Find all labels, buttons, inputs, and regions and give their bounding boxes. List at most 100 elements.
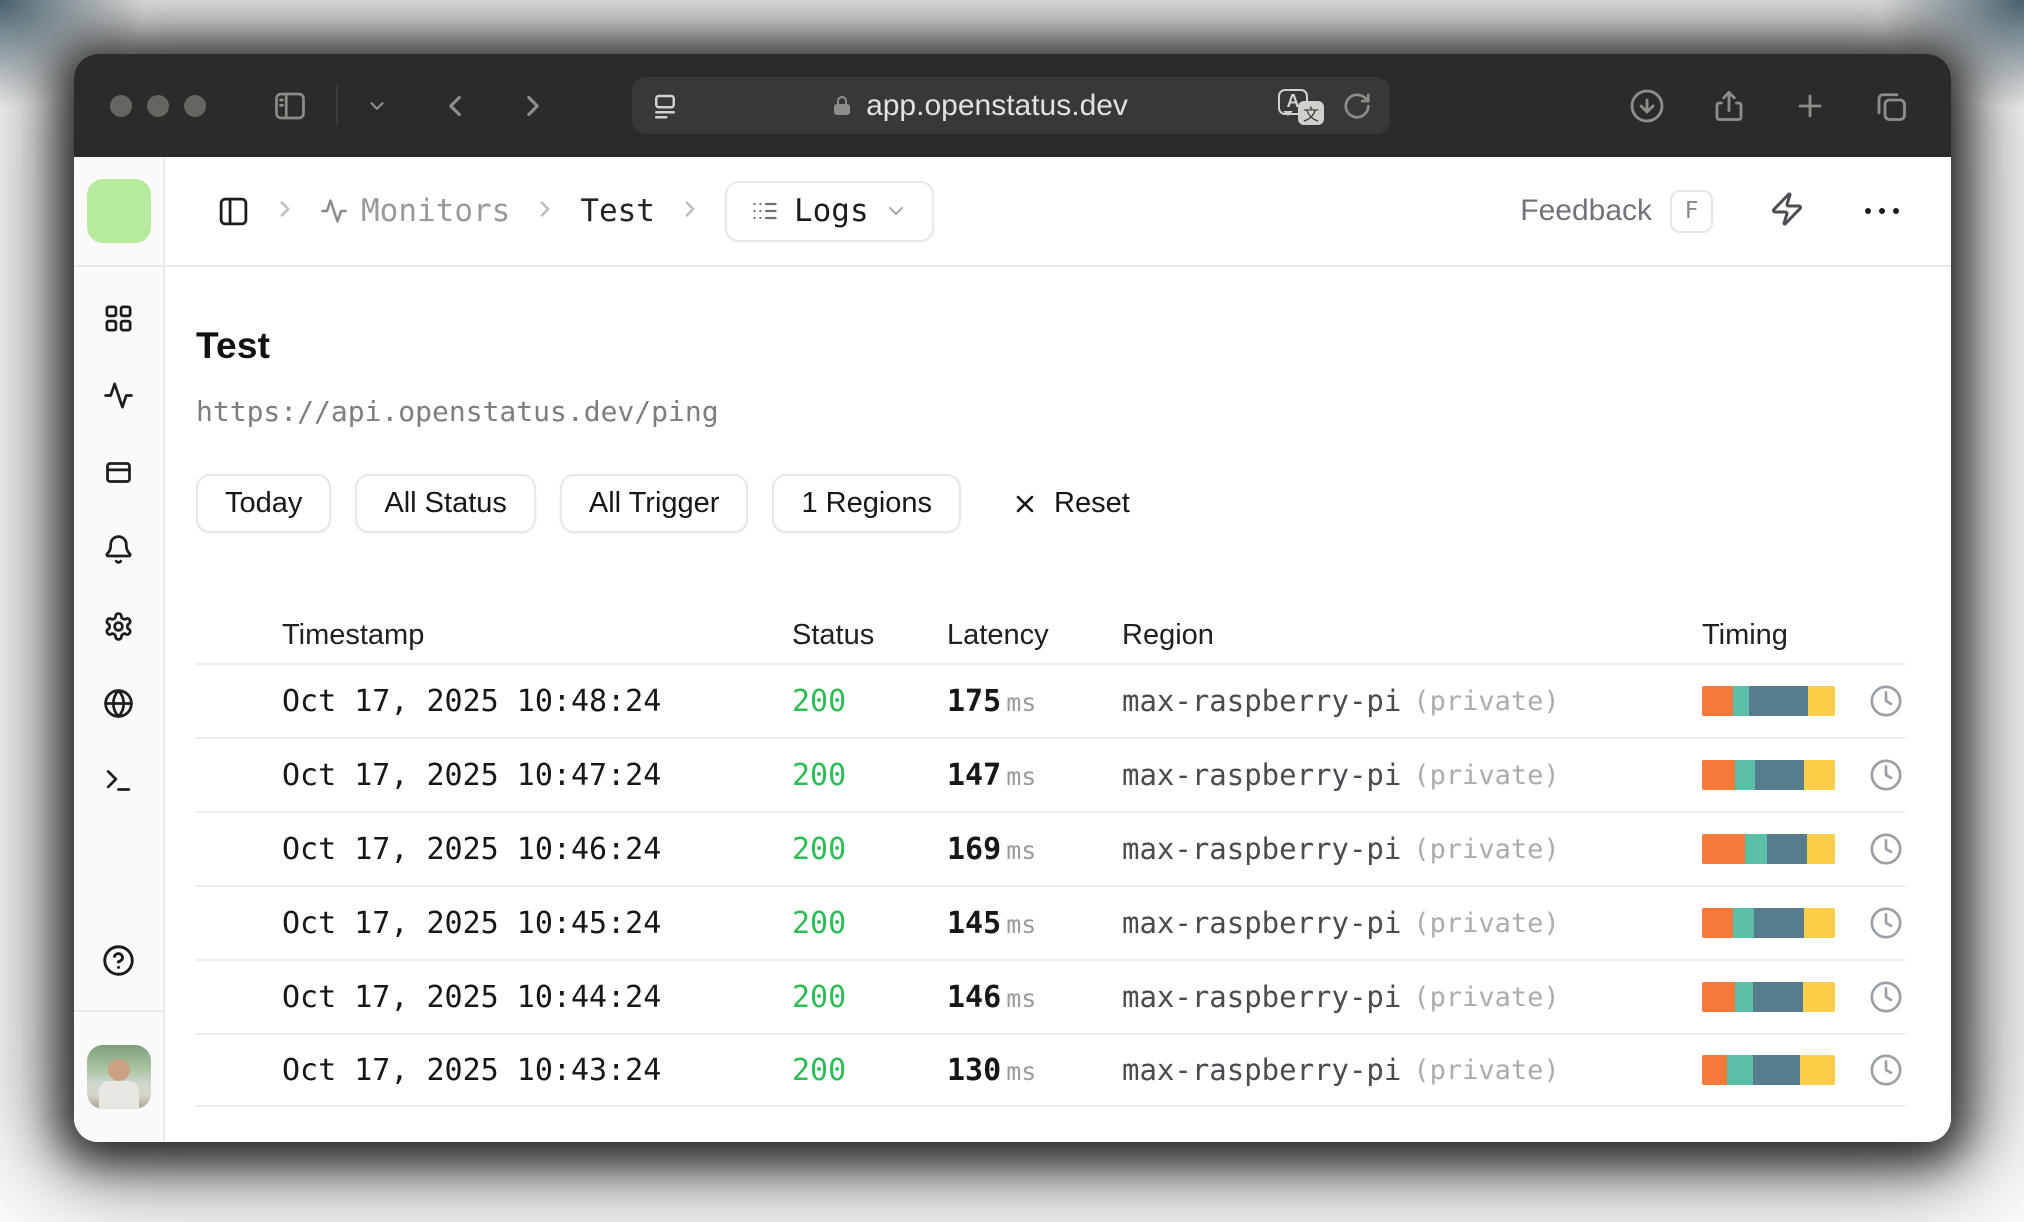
- cell-latency-unit: ms: [1006, 687, 1037, 717]
- table-row[interactable]: Oct 17, 2025 10:48:24 200 175 ms max-ras…: [196, 663, 1905, 737]
- timing-segment: [1752, 1055, 1801, 1085]
- clock-icon[interactable]: [1869, 906, 1903, 940]
- logs-icon: [753, 202, 777, 220]
- quick-actions-icon[interactable]: [1769, 191, 1805, 232]
- new-tab-icon[interactable]: [1793, 89, 1827, 123]
- chevron-right-icon: [677, 196, 703, 227]
- timing-bar: [1702, 982, 1835, 1012]
- timing-segment: [1732, 908, 1754, 938]
- col-timestamp: Timestamp: [282, 618, 425, 651]
- reload-icon[interactable]: [1342, 91, 1372, 121]
- reset-filters-button[interactable]: Reset: [1011, 487, 1130, 520]
- share-icon[interactable]: [1711, 88, 1747, 124]
- filter-date-button[interactable]: Today: [196, 474, 332, 533]
- more-options-button[interactable]: [1865, 208, 1899, 214]
- cli-icon[interactable]: [103, 765, 134, 801]
- help-icon[interactable]: [102, 944, 135, 982]
- timing-segment: [1804, 908, 1835, 938]
- notifications-icon[interactable]: [103, 534, 134, 570]
- zoom-window-button[interactable]: [184, 94, 206, 117]
- view-selector-button[interactable]: Logs: [724, 180, 934, 242]
- cell-latency-unit: ms: [1006, 761, 1037, 791]
- timing-bar: [1702, 686, 1835, 716]
- panel-toggle-icon[interactable]: [217, 195, 250, 228]
- timing-segment: [1744, 834, 1768, 864]
- clock-icon[interactable]: [1869, 980, 1903, 1014]
- monitors-icon[interactable]: [103, 380, 134, 416]
- cell-status: 200: [792, 905, 847, 941]
- breadcrumb: Monitors Test Logs: [217, 180, 934, 242]
- logs-table: Timestamp Status Latency Region Timing O…: [196, 607, 1905, 1107]
- chevron-down-icon: [888, 206, 903, 216]
- cell-status: 200: [792, 757, 847, 793]
- cell-latency-value: 130: [947, 1052, 1002, 1088]
- timing-segment: [1735, 760, 1756, 790]
- cell-timestamp: Oct 17, 2025 10:48:24: [282, 683, 662, 719]
- breadcrumb-monitors[interactable]: Monitors: [320, 193, 510, 229]
- cell-status: 200: [792, 979, 847, 1015]
- cell-region-name: max-raspberry-pi: [1122, 684, 1402, 718]
- cell-region-visibility: (private): [1413, 1054, 1560, 1086]
- filter-regions-button[interactable]: 1 Regions: [772, 474, 962, 533]
- close-window-button[interactable]: [110, 94, 132, 117]
- cell-latency-value: 169: [947, 831, 1002, 867]
- cell-status: 200: [792, 1052, 847, 1088]
- settings-icon[interactable]: [103, 611, 134, 647]
- breadcrumb-monitor-name[interactable]: Test: [580, 193, 655, 229]
- cell-timestamp: Oct 17, 2025 10:47:24: [282, 757, 662, 793]
- traffic-lights: [110, 94, 206, 117]
- timing-segment: [1702, 982, 1736, 1012]
- table-row[interactable]: Oct 17, 2025 10:43:24 200 130 ms max-ras…: [196, 1033, 1905, 1107]
- table-header-row: Timestamp Status Latency Region Timing: [196, 607, 1905, 663]
- sidebar-chevron-down-icon[interactable]: [366, 95, 388, 117]
- url-text: app.openstatus.dev: [866, 88, 1128, 122]
- timing-segment: [1702, 834, 1745, 864]
- cell-region-visibility: (private): [1413, 907, 1560, 939]
- timing-segment: [1748, 686, 1809, 716]
- address-bar[interactable]: app.openstatus.dev A文: [632, 77, 1390, 134]
- page-settings-icon[interactable]: [650, 91, 680, 121]
- cell-latency-unit: ms: [1006, 1056, 1037, 1086]
- timing-segment: [1767, 834, 1808, 864]
- timing-segment: [1804, 760, 1835, 790]
- col-timing: Timing: [1702, 618, 1788, 651]
- filter-bar: Today All Status All Trigger 1 Regions R…: [196, 474, 1951, 533]
- table-row[interactable]: Oct 17, 2025 10:46:24 200 169 ms max-ras…: [196, 811, 1905, 885]
- clock-icon[interactable]: [1869, 832, 1903, 866]
- browser-titlebar: app.openstatus.dev A文: [74, 54, 1951, 157]
- translate-icon[interactable]: A文: [1278, 87, 1324, 125]
- user-avatar[interactable]: [86, 1045, 151, 1109]
- minimize-window-button[interactable]: [147, 94, 169, 117]
- timing-segment: [1702, 686, 1733, 716]
- timing-bar: [1702, 1055, 1835, 1085]
- dashboard-icon[interactable]: [103, 303, 134, 339]
- cell-region-name: max-raspberry-pi: [1122, 906, 1402, 940]
- globe-icon[interactable]: [103, 688, 134, 724]
- forward-button[interactable]: [516, 89, 550, 123]
- log-rows: Oct 17, 2025 10:48:24 200 175 ms max-ras…: [196, 663, 1905, 1107]
- clock-icon[interactable]: [1869, 684, 1903, 718]
- lock-icon: [830, 94, 854, 118]
- timing-segment: [1753, 908, 1805, 938]
- status-pages-icon[interactable]: [103, 457, 134, 493]
- back-button[interactable]: [438, 89, 472, 123]
- cell-status: 200: [792, 683, 847, 719]
- downloads-icon[interactable]: [1629, 88, 1665, 124]
- col-region: Region: [1122, 618, 1214, 651]
- table-row[interactable]: Oct 17, 2025 10:44:24 200 146 ms max-ras…: [196, 959, 1905, 1033]
- timing-segment: [1732, 686, 1749, 716]
- workspace-logo[interactable]: [86, 179, 151, 243]
- timing-segment: [1803, 982, 1835, 1012]
- tab-overview-icon[interactable]: [1873, 88, 1909, 124]
- browser-sidebar-toggle-icon[interactable]: [272, 88, 308, 124]
- timing-bar: [1702, 834, 1835, 864]
- feedback-button[interactable]: Feedback: [1520, 194, 1652, 228]
- table-row[interactable]: Oct 17, 2025 10:47:24 200 147 ms max-ras…: [196, 737, 1905, 811]
- filter-trigger-button[interactable]: All Trigger: [559, 474, 749, 533]
- clock-icon[interactable]: [1869, 758, 1903, 792]
- filter-status-button[interactable]: All Status: [355, 474, 536, 533]
- app-sidebar: [74, 157, 165, 1142]
- table-row[interactable]: Oct 17, 2025 10:45:24 200 145 ms max-ras…: [196, 885, 1905, 959]
- clock-icon[interactable]: [1869, 1053, 1903, 1087]
- timing-segment: [1807, 834, 1835, 864]
